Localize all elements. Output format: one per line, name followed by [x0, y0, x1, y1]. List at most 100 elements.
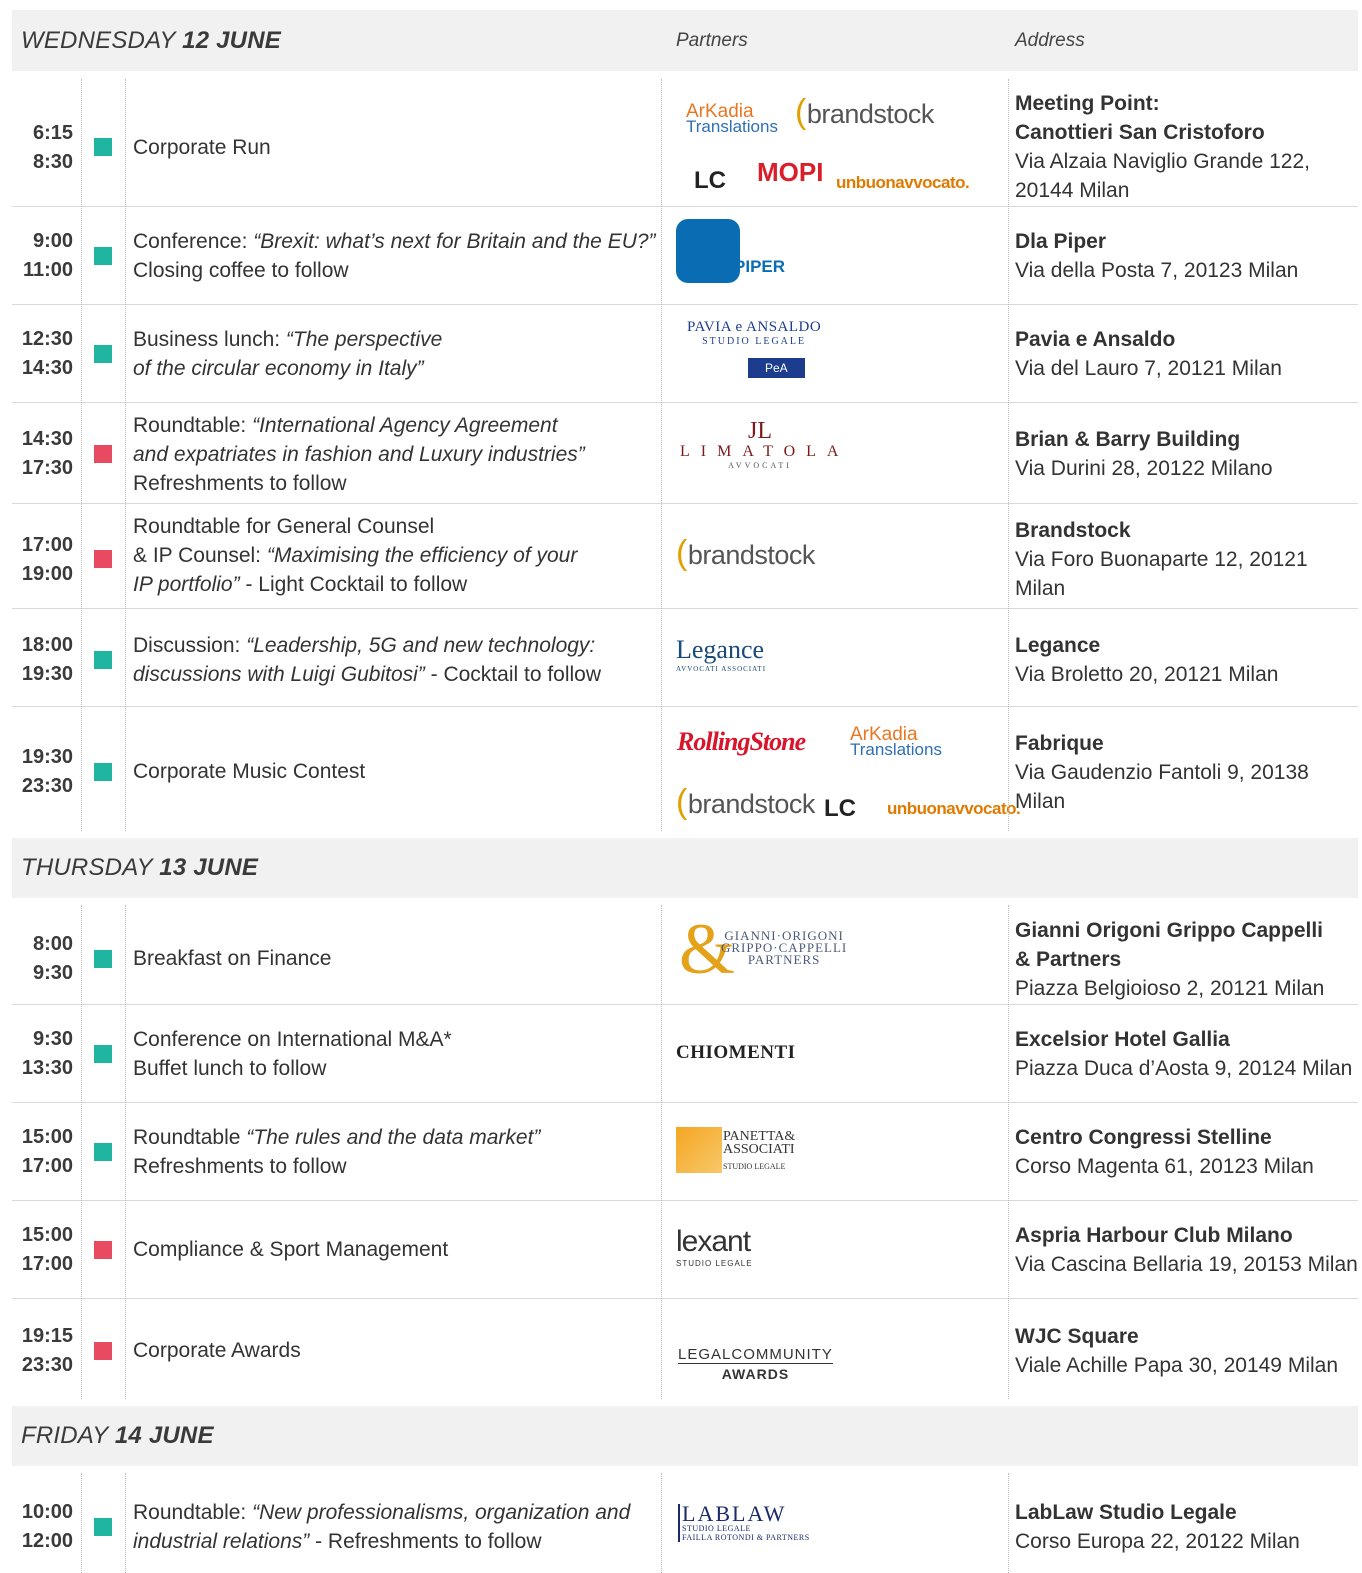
partner-logos: PANETTA& ASSOCIATI STUDIO LEGALE — [675, 1103, 1005, 1200]
category-marker — [94, 950, 112, 968]
rolling-stone-logo: RollingStone — [677, 727, 806, 756]
partner-logos: JL LIMATOLA AVVOCATI — [675, 403, 1005, 503]
event-row: 19:15 23:30 Corporate Awards LEGALCOMMUNI… — [12, 1299, 1358, 1399]
lc-publishing-logo: LC — [694, 167, 726, 194]
event-time: 15:00 17:00 — [21, 1224, 73, 1275]
event-title: Conference: “Brexit: what’s next for Bri… — [133, 230, 656, 282]
event-title: Roundtable: “International Agency Agreem… — [133, 414, 585, 495]
event-time: 15:00 17:00 — [21, 1126, 73, 1177]
brandstock-logo: (brandstock — [795, 93, 934, 131]
event-address: WJC Square Viale Achille Papa 30, 20149 … — [1015, 1325, 1339, 1377]
arkadia-logo: ArKadia Translations — [850, 724, 942, 759]
event-title: Business lunch: “The perspective of the … — [133, 328, 443, 380]
address-column-header: Address — [1015, 30, 1085, 51]
limatola-logo: JL LIMATOLA AVVOCATI — [680, 418, 850, 470]
event-row: 10:00 12:00 Roundtable: “New professional… — [12, 1473, 1358, 1573]
column-divider — [125, 79, 126, 831]
event-address: Gianni Origoni Grippo Cappelli & Partner… — [1015, 919, 1325, 1000]
panetta-logo: PANETTA& ASSOCIATI STUDIO LEGALE — [723, 1129, 796, 1172]
category-marker — [94, 763, 112, 781]
event-row: 14:30 17:30 Roundtable: “International Ag… — [12, 403, 1358, 504]
partner-logos: LEGALCOMMUNITY AWARDS — [675, 1299, 1005, 1399]
event-address: Legance Via Broletto 20, 20121 Milan — [1015, 634, 1279, 686]
column-divider — [81, 905, 82, 1399]
event-title: Conference on International M&A* Buffet … — [133, 1028, 452, 1080]
event-time: 10:00 12:00 — [21, 1501, 73, 1552]
event-title: Roundtable: “New professionalisms, organ… — [133, 1501, 631, 1553]
brandstock-logo: (brandstock — [676, 783, 815, 821]
event-title: Compliance & Sport Management — [133, 1238, 449, 1261]
partner-logos: DLA PIPER — [675, 207, 1005, 304]
event-time: 8:00 9:30 — [32, 933, 73, 984]
partner-logos: CHIOMENTI — [675, 1005, 1005, 1102]
event-row: 6:15 8:30 Corporate Run ArKadia Translatio… — [12, 79, 1358, 207]
event-title: Discussion: “Leadership, 5G and new tech… — [133, 634, 602, 686]
partner-logos: RollingStone ArKadia Translations (brands… — [675, 707, 1021, 831]
partner-logos: ArKadia Translations (brandstock LC MOPI … — [675, 79, 1005, 206]
event-row: 15:00 17:00 Compliance & Sport Management… — [12, 1201, 1358, 1299]
event-time: 17:00 19:00 — [21, 534, 73, 585]
unbuonavvocato-logo: unbuonavvocato. — [887, 799, 1021, 818]
day-title: FRIDAY 14 JUNE — [21, 1422, 214, 1449]
column-divider — [81, 1473, 82, 1573]
event-time: 9:30 13:30 — [21, 1028, 73, 1079]
day-title: WEDNESDAY 12 JUNE — [21, 27, 281, 54]
category-marker — [94, 1342, 112, 1360]
event-row: 15:00 17:00 Roundtable “The rules and the… — [12, 1103, 1358, 1201]
chiomenti-logo: CHIOMENTI — [676, 1042, 796, 1063]
event-time: 19:15 23:30 — [21, 1325, 73, 1376]
partner-logos: PAVIA e ANSALDO STUDIO LEGALE PeA — [675, 305, 1005, 402]
event-address: Brandstock Via Foro Buonaparte 12, 20121… — [1015, 519, 1308, 600]
partner-logos: lexant STUDIO LEGALE — [675, 1201, 1005, 1298]
category-marker — [94, 651, 112, 669]
event-row: 8:00 9:30 Breakfast on Finance & GIANNI·O… — [12, 905, 1358, 1005]
column-divider — [125, 905, 126, 1399]
category-marker — [94, 247, 112, 265]
gianni-origoni-logo: GIANNI·ORIGONI GRIPPO·CAPPELLI PARTNERS — [721, 928, 848, 967]
column-divider — [1008, 79, 1009, 831]
column-divider — [1008, 905, 1009, 1399]
legance-logo: Legance AVVOCATI ASSOCIATI — [676, 635, 767, 673]
lexant-logo: lexant STUDIO LEGALE — [676, 1225, 753, 1268]
event-row: 17:00 19:00 Roundtable for General Counse… — [12, 504, 1358, 609]
category-marker — [94, 345, 112, 363]
column-divider — [1008, 1473, 1009, 1573]
partner-logos: (brandstock — [675, 504, 1005, 608]
partner-logos: & GIANNI·ORIGONI GRIPPO·CAPPELLI PARTNERS — [675, 905, 1005, 1004]
event-address: Pavia e Ansaldo Via del Lauro 7, 20121 M… — [1015, 328, 1282, 380]
legalcommunity-awards-logo: LEGALCOMMUNITY AWARDS — [678, 1346, 833, 1382]
partner-logos: Legance AVVOCATI ASSOCIATI — [675, 609, 1005, 706]
event-time: 12:30 14:30 — [21, 328, 73, 379]
category-marker — [94, 138, 112, 156]
event-address: Meeting Point: Canottieri San Cristoforo… — [1015, 92, 1310, 202]
partners-column-header: Partners — [676, 30, 748, 51]
event-address: Aspria Harbour Club Milano Via Cascina B… — [1015, 1224, 1358, 1276]
category-marker — [94, 445, 112, 463]
dla-piper-text: DLA PIPER — [695, 257, 786, 276]
partner-logos: LABLAW STUDIO LEGALE FAILLA ROTONDI & PA… — [675, 1473, 1005, 1573]
column-divider — [661, 905, 662, 1399]
column-divider — [661, 1473, 662, 1573]
panetta-portrait — [676, 1127, 722, 1173]
day-header-wednesday: WEDNESDAY 12 JUNE Partners Address — [12, 10, 1358, 71]
day-title: THURSDAY 13 JUNE — [21, 854, 259, 881]
event-address: LabLaw Studio Legale Corso Europa 22, 20… — [1015, 1501, 1300, 1553]
day-header-thursday: THURSDAY 13 JUNE — [12, 838, 1358, 898]
event-title: Breakfast on Finance — [133, 947, 332, 970]
column-divider — [125, 1473, 126, 1573]
event-row: 19:30 23:30 Corporate Music Contest Rolli… — [12, 707, 1358, 831]
category-marker — [94, 1143, 112, 1161]
event-time: 19:30 23:30 — [21, 746, 73, 797]
event-address: Fabrique Via Gaudenzio Fantoli 9, 20138 … — [1015, 732, 1309, 813]
event-address: Excelsior Hotel Gallia Piazza Duca d’Aos… — [1015, 1028, 1353, 1080]
event-row: 9:00 11:00 Conference: “Brexit: what’s ne… — [12, 207, 1358, 305]
event-title: Corporate Music Contest — [133, 760, 366, 783]
event-time: 18:00 19:30 — [21, 634, 73, 685]
event-address: Centro Congressi Stelline Corso Magenta … — [1015, 1126, 1314, 1178]
column-divider — [661, 79, 662, 831]
category-marker — [94, 1241, 112, 1259]
event-title: Roundtable for General Counsel & IP Coun… — [133, 515, 578, 596]
event-row: 18:00 19:30 Discussion: “Leadership, 5G a… — [12, 609, 1358, 707]
event-title: Corporate Run — [133, 136, 271, 159]
column-divider — [81, 79, 82, 831]
